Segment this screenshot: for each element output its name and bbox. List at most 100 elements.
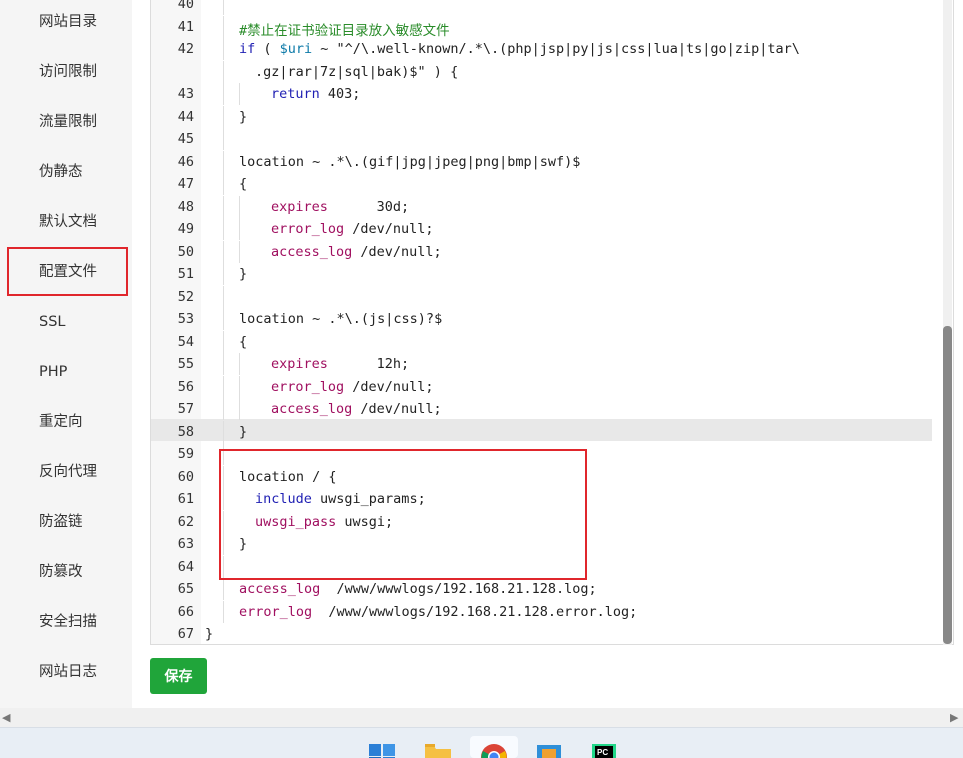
indent-guide bbox=[239, 353, 240, 375]
sidebar-item-redirect[interactable]: 重定向 bbox=[39, 412, 83, 432]
code-token: } bbox=[239, 266, 247, 282]
app-package-icon[interactable] bbox=[533, 741, 565, 758]
code-line[interactable]: 54{ bbox=[151, 331, 931, 353]
sidebar-item-default-doc[interactable]: 默认文档 bbox=[39, 212, 97, 232]
sidebar-item-site-logs[interactable]: 网站日志 bbox=[39, 662, 97, 682]
indent-guide bbox=[223, 83, 224, 105]
code-token: /dev/null; bbox=[352, 244, 441, 260]
indent-guide bbox=[223, 398, 224, 420]
indent-guide bbox=[239, 241, 240, 263]
code-line[interactable]: 66error_log /www/wwwlogs/192.168.21.128.… bbox=[151, 601, 931, 623]
code-token: error_log bbox=[239, 604, 312, 620]
indent-guide bbox=[239, 83, 240, 105]
code-token: /www/wwwlogs/192.168.21.128.error.log; bbox=[312, 604, 637, 620]
code-text: access_log /www/wwwlogs/192.168.21.128.l… bbox=[239, 581, 597, 597]
code-token: { bbox=[239, 176, 247, 192]
code-line[interactable]: 57access_log /dev/null; bbox=[151, 398, 931, 420]
code-text: access_log /dev/null; bbox=[271, 244, 442, 260]
code-text: } bbox=[239, 109, 247, 125]
line-number: 40 bbox=[151, 0, 194, 12]
sidebar-item-tamper-protection[interactable]: 防篡改 bbox=[39, 562, 83, 582]
indent-guide bbox=[223, 16, 224, 38]
code-line[interactable]: 65access_log /www/wwwlogs/192.168.21.128… bbox=[151, 578, 931, 600]
code-text: } bbox=[205, 626, 213, 642]
line-number: 64 bbox=[151, 559, 194, 575]
code-token: } bbox=[239, 109, 247, 125]
indent-guide bbox=[223, 263, 224, 285]
code-line[interactable]: 55 expires 12h; bbox=[151, 353, 931, 375]
line-number: 61 bbox=[151, 491, 194, 507]
sidebar-item-traffic-limit[interactable]: 流量限制 bbox=[39, 112, 97, 132]
code-line[interactable]: 50 access_log /dev/null; bbox=[151, 241, 931, 263]
file-explorer-icon[interactable] bbox=[422, 741, 454, 758]
indent-guide bbox=[223, 38, 224, 60]
code-text: .gz|rar|7z|sql|bak)$" ) { bbox=[255, 64, 458, 80]
code-line[interactable]: 58} bbox=[151, 421, 931, 443]
windows-start-icon[interactable] bbox=[366, 741, 398, 758]
code-token: ( bbox=[255, 41, 279, 57]
line-number: 49 bbox=[151, 221, 194, 237]
save-button[interactable]: 保存 bbox=[150, 658, 207, 694]
line-number: 53 bbox=[151, 311, 194, 327]
code-line[interactable]: .gz|rar|7z|sql|bak)$" ) { bbox=[151, 61, 931, 83]
sidebar-item-security-scan[interactable]: 安全扫描 bbox=[39, 612, 97, 632]
code-line[interactable]: 46location ~ .*\.(gif|jpg|jpeg|png|bmp|s… bbox=[151, 151, 931, 173]
code-line[interactable]: 45 bbox=[151, 128, 931, 150]
sidebar-item-reverse-proxy[interactable]: 反向代理 bbox=[39, 462, 97, 482]
indent-guide bbox=[223, 578, 224, 600]
code-line[interactable]: 44} bbox=[151, 106, 931, 128]
code-token: ~ "^/\.well-known/.*\.(php|jsp|py|js|css… bbox=[312, 41, 800, 57]
line-number: 45 bbox=[151, 131, 194, 147]
code-text: return 403; bbox=[271, 86, 360, 102]
code-line[interactable]: 48expires 30d; bbox=[151, 196, 931, 218]
indent-guide bbox=[223, 151, 224, 173]
code-token: 12h; bbox=[328, 356, 409, 372]
sidebar-item-access-limit[interactable]: 访问限制 bbox=[39, 62, 97, 82]
line-number: 51 bbox=[151, 266, 194, 282]
sidebar-item-site-directory[interactable]: 网站目录 bbox=[39, 12, 97, 32]
line-number: 58 bbox=[151, 424, 194, 440]
indent-guide bbox=[223, 376, 224, 398]
active-item-highlight-box bbox=[7, 247, 128, 296]
line-number: 50 bbox=[151, 244, 194, 260]
code-line[interactable]: 47 { bbox=[151, 173, 931, 195]
code-text: if ( $uri ~ "^/\.well-known/.*\.(php|jsp… bbox=[239, 41, 800, 57]
sidebar-item-rewrite[interactable]: 伪静态 bbox=[39, 162, 83, 182]
line-number: 55 bbox=[151, 356, 194, 372]
sidebar-item-hotlink-protection[interactable]: 防盗链 bbox=[39, 512, 83, 532]
indent-guide bbox=[223, 286, 224, 308]
code-text: expires 12h; bbox=[271, 356, 409, 372]
code-line[interactable]: 56error_log /dev/null; bbox=[151, 376, 931, 398]
code-text: location ~ .*\.(js|css)?$ bbox=[239, 311, 442, 327]
code-token: /www/wwwlogs/192.168.21.128.log; bbox=[320, 581, 596, 597]
code-line[interactable]: 42 if ( $uri ~ "^/\.well-known/.*\.(php|j… bbox=[151, 38, 931, 60]
sidebar-item-ssl[interactable]: SSL bbox=[39, 312, 66, 332]
pycharm-label: PC bbox=[597, 748, 608, 757]
scroll-right-arrow-icon[interactable]: ▶ bbox=[950, 711, 958, 724]
sidebar-item-php[interactable]: PHP bbox=[39, 362, 67, 382]
scroll-left-arrow-icon[interactable]: ◀ bbox=[2, 711, 10, 724]
code-line[interactable]: 43return 403; bbox=[151, 83, 931, 105]
pycharm-icon[interactable]: PC bbox=[588, 741, 620, 758]
indent-guide bbox=[239, 398, 240, 420]
code-line[interactable]: 52 bbox=[151, 286, 931, 308]
line-number: 42 bbox=[151, 41, 194, 57]
editor-vertical-scrollbar-thumb[interactable] bbox=[943, 326, 952, 644]
code-line[interactable]: 53 location ~ .*\.(js|css)?$ bbox=[151, 308, 931, 330]
code-line[interactable]: 51} bbox=[151, 263, 931, 285]
code-text: access_log /dev/null; bbox=[271, 401, 442, 417]
line-number: 47 bbox=[151, 176, 194, 192]
indent-guide bbox=[223, 331, 224, 353]
line-number: 48 bbox=[151, 199, 194, 215]
indent-guide bbox=[223, 421, 224, 443]
chrome-browser-icon[interactable] bbox=[478, 741, 510, 758]
horizontal-scrollbar[interactable]: ◀ ▶ bbox=[0, 708, 963, 727]
code-line[interactable]: 49error_log /dev/null; bbox=[151, 218, 931, 240]
code-line[interactable]: 40 bbox=[151, 0, 931, 15]
code-token: } bbox=[239, 424, 247, 440]
code-token: 30d; bbox=[328, 199, 409, 215]
code-text: { bbox=[239, 176, 247, 192]
code-line[interactable]: 41#禁止在证书验证目录放入敏感文件 bbox=[151, 16, 931, 38]
code-token: location ~ .*\.(js|css)?$ bbox=[239, 311, 442, 327]
code-line[interactable]: 67} bbox=[151, 623, 931, 645]
